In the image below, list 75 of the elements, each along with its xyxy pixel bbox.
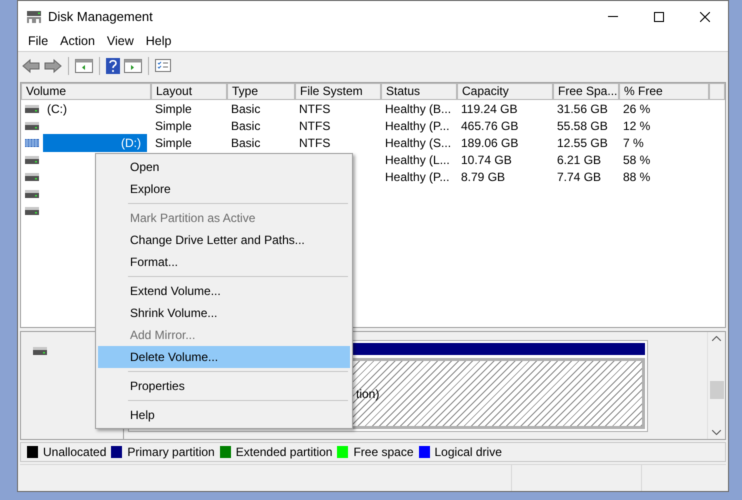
- column-header[interactable]: Volume: [21, 83, 151, 100]
- back-arrow-icon[interactable]: [22, 58, 40, 72]
- column-header[interactable]: Capacity: [457, 83, 553, 100]
- drive-icon: [33, 347, 47, 355]
- context-menu-item[interactable]: Change Drive Letter and Paths...: [98, 229, 350, 251]
- scroll-down-icon[interactable]: [712, 430, 721, 435]
- table-cell-text: 12 %: [623, 118, 650, 134]
- legend-label: Primary partition: [127, 444, 215, 461]
- table-cell-text: NTFS: [299, 100, 330, 118]
- table-cell-text: Simple: [155, 134, 192, 152]
- legend-label: Free space: [353, 444, 414, 461]
- menu-item[interactable]: Help: [140, 32, 178, 51]
- table-cell-text: 55.58 GB: [557, 118, 608, 134]
- disk-drive-icon: [26, 10, 42, 24]
- table-cell-text: Simple: [155, 100, 192, 118]
- minimize-icon: [608, 16, 618, 17]
- volume-name: (D:): [43, 134, 147, 152]
- table-cell-text: Healthy (B...: [385, 100, 452, 118]
- volume-name: (C:): [47, 100, 67, 118]
- column-header[interactable]: Layout: [151, 83, 227, 100]
- menu-item[interactable]: View: [100, 32, 140, 51]
- table-cell-text: 8.79 GB: [461, 168, 506, 186]
- column-header[interactable]: % Free: [619, 83, 709, 100]
- forward-arrow-icon[interactable]: [44, 58, 62, 72]
- table-cell-text: Healthy (P...: [385, 118, 450, 134]
- menu-item[interactable]: Action: [54, 32, 101, 51]
- table-cell-text: 88 %: [623, 168, 650, 186]
- context-menu-item[interactable]: Help: [98, 404, 350, 426]
- context-menu-item[interactable]: Format...: [98, 251, 350, 273]
- table-cell-text: 26 %: [623, 100, 650, 118]
- context-menu-item[interactable]: Explore: [98, 178, 350, 200]
- column-header[interactable]: Free Spa...: [553, 83, 619, 100]
- legend-label: Unallocated: [43, 444, 106, 461]
- scrollbar[interactable]: [707, 332, 725, 439]
- table-cell-text: 7.74 GB: [557, 168, 602, 186]
- table-cell-text: Basic: [231, 118, 260, 134]
- pane-toggle-icon[interactable]: [124, 58, 142, 72]
- table-cell-text: Simple: [155, 118, 192, 134]
- table-cell-text: NTFS: [299, 118, 330, 134]
- context-menu-item[interactable]: Properties: [98, 375, 350, 397]
- context-menu-item[interactable]: Delete Volume...: [98, 346, 350, 368]
- table-cell-text: 189.06 GB: [461, 134, 518, 152]
- table-cell-text: Healthy (S...: [385, 134, 452, 152]
- table-cell-text: Healthy (P...: [385, 168, 450, 186]
- pane-toggle-icon[interactable]: [75, 58, 93, 72]
- column-header-filler: [709, 83, 725, 100]
- column-header[interactable]: File System: [295, 83, 381, 100]
- table-cell-text: 58 %: [623, 152, 650, 168]
- window-title: Disk Management: [48, 8, 153, 26]
- scroll-thumb[interactable]: [710, 381, 724, 399]
- menu-item[interactable]: File: [22, 32, 54, 51]
- scroll-up-icon[interactable]: [712, 336, 721, 341]
- table-cell-text: Basic: [231, 134, 260, 152]
- table-cell-text: 465.76 GB: [461, 118, 518, 134]
- table-cell-text: 119.24 GB: [461, 100, 518, 118]
- table-cell-text: NTFS: [299, 134, 330, 152]
- table-cell-text: Healthy (L...: [385, 152, 450, 168]
- context-menu-item[interactable]: Open: [98, 156, 350, 178]
- table-cell-text: 7 %: [623, 134, 644, 152]
- table-cell-text: Basic: [231, 100, 260, 118]
- close-icon: [700, 12, 710, 22]
- table-cell-text: 31.56 GB: [557, 100, 608, 118]
- context-menu-item[interactable]: Extend Volume...: [98, 280, 350, 302]
- partition-text: tion): [356, 386, 380, 402]
- legend-label: Extended partition: [236, 444, 332, 461]
- table-cell-text: 6.21 GB: [557, 152, 602, 168]
- checklist-icon[interactable]: [155, 59, 171, 72]
- table-cell-text: 12.55 GB: [557, 134, 608, 152]
- table-cell-text: 10.74 GB: [461, 152, 512, 168]
- legend-label: Logical drive: [434, 444, 502, 461]
- column-header[interactable]: Type: [227, 83, 295, 100]
- context-menu-item[interactable]: Shrink Volume...: [98, 302, 350, 324]
- maximize-icon: [654, 12, 664, 22]
- help-icon[interactable]: [106, 58, 120, 74]
- column-header[interactable]: Status: [381, 83, 457, 100]
